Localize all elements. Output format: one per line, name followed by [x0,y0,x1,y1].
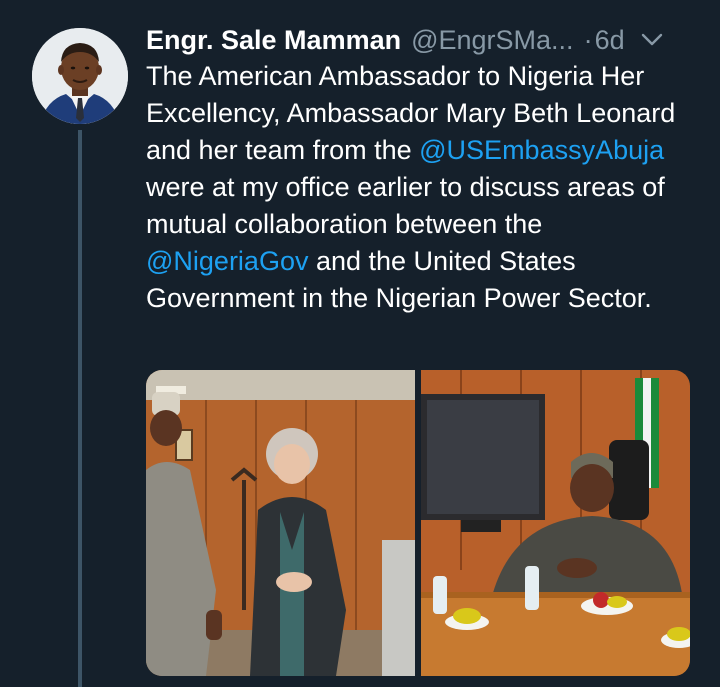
mention-nigeriagov[interactable]: @NigeriaGov [146,246,308,276]
tweet-timestamp[interactable]: 6d [595,25,625,56]
author-handle[interactable]: @EngrSMa... [411,25,573,56]
chevron-down-icon[interactable] [639,30,665,50]
tweet-text: The American Ambassador to Nigeria Her E… [146,58,706,317]
photo-standing-meeting[interactable] [146,370,415,676]
tweet-text-part: were at my office earlier to discuss are… [146,172,665,239]
thread-line [78,130,82,687]
time-separator: · [583,24,593,55]
tweet[interactable]: Engr. Sale Mamman @EngrSMa... · 6d The A… [0,0,720,687]
author-avatar[interactable] [32,28,128,124]
photo-seated-meeting[interactable] [421,370,690,676]
mention-usembassyabuja[interactable]: @USEmbassyAbuja [419,135,664,165]
tweet-header: Engr. Sale Mamman @EngrSMa... · 6d [146,22,706,58]
author-name[interactable]: Engr. Sale Mamman [146,25,401,56]
tweet-media [146,370,690,676]
